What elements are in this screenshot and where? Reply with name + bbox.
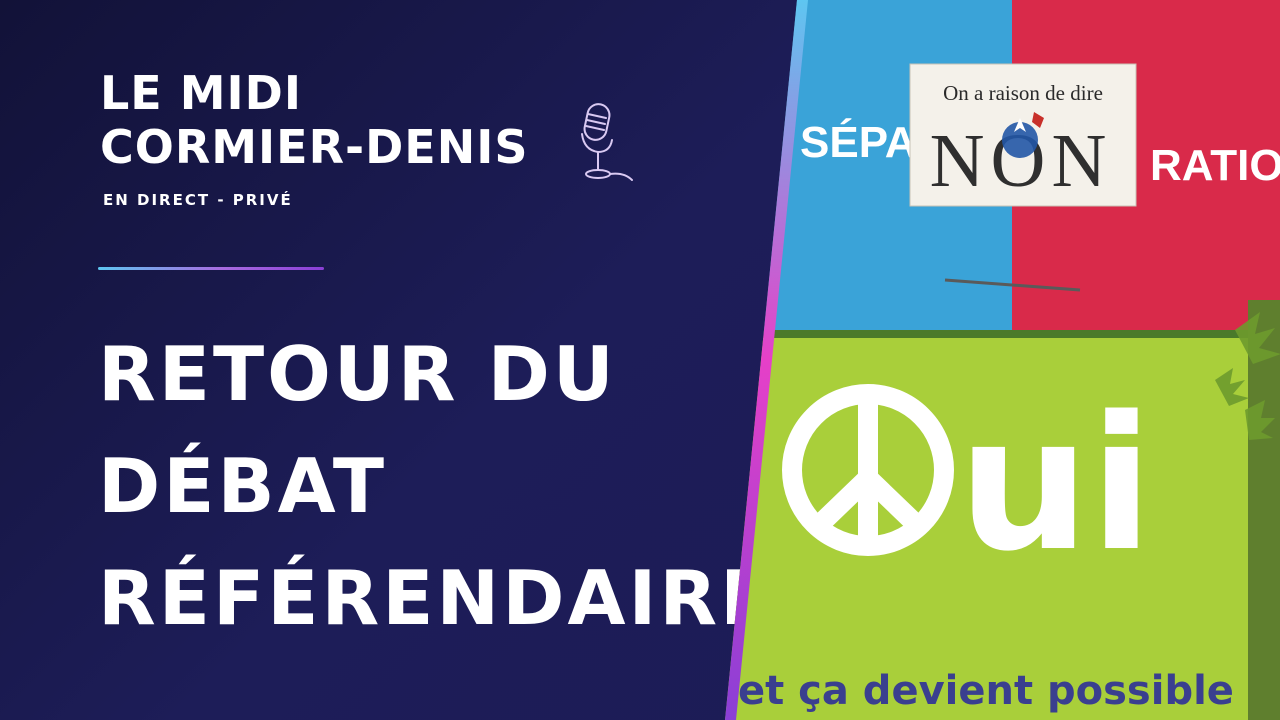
poster-right-text: RATION [1150, 141, 1280, 190]
poster-left-text: SÉPA [800, 117, 917, 167]
poster-slogan: et ça devient possible [738, 668, 1234, 714]
non-sign-caption: On a raison de dire [943, 81, 1103, 105]
referendum-poster-photo: SÉPA RATION On a raison de dire NON ui e… [0, 0, 1280, 720]
oui-text: ui [958, 376, 1153, 592]
